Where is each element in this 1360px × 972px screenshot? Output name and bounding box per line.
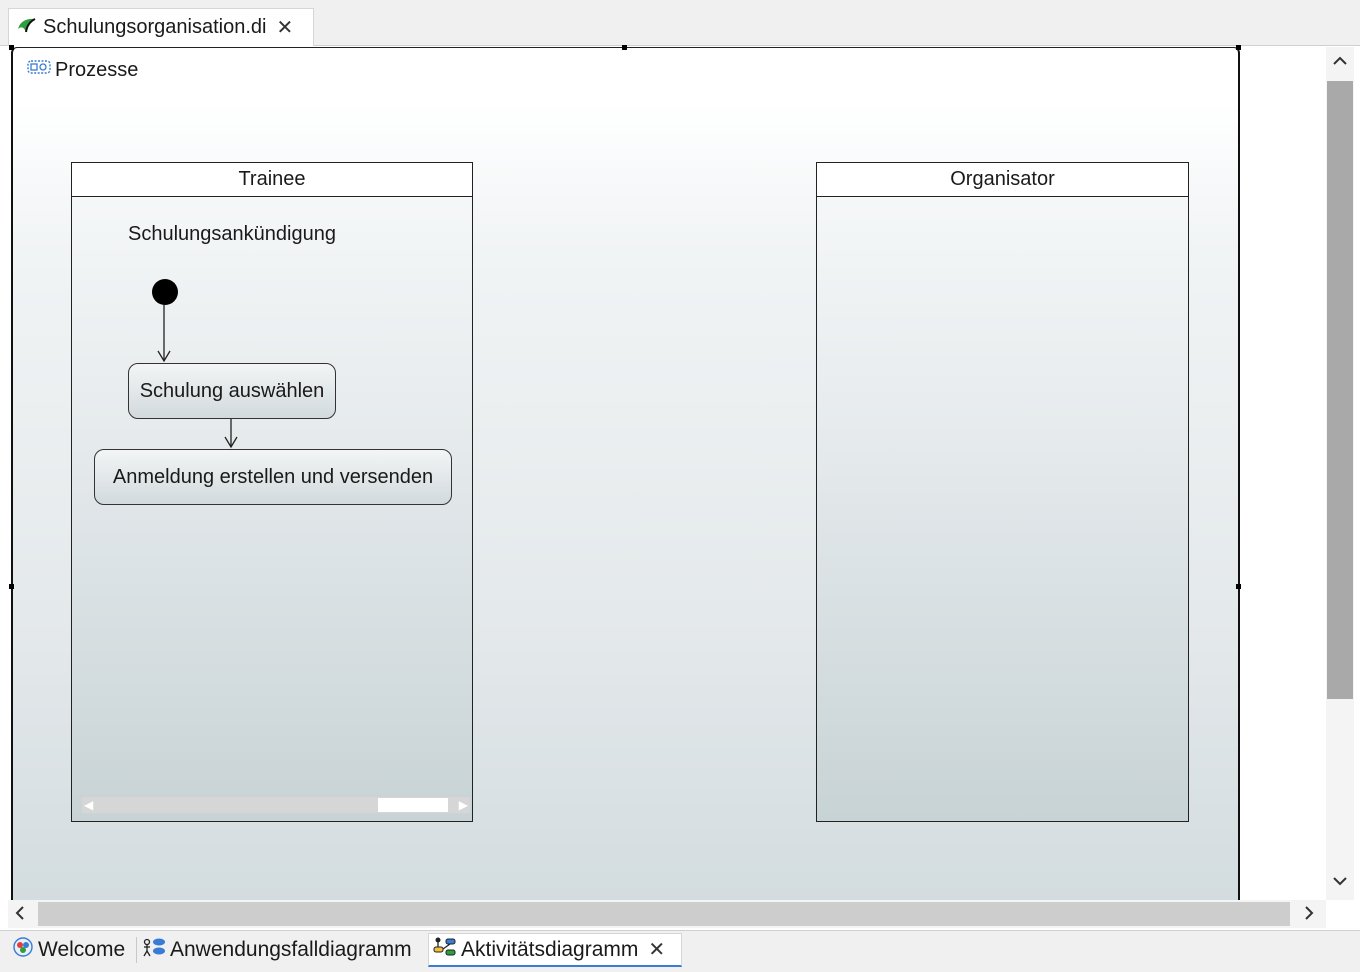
tab-separator xyxy=(136,937,137,963)
scroll-left-icon[interactable]: ◀ xyxy=(84,797,93,813)
vertical-scroll-thumb[interactable] xyxy=(1327,81,1353,699)
diagram-canvas[interactable]: Prozesse Trainee Schulungsankündigung Sc… xyxy=(11,47,1240,900)
vertical-scrollbar[interactable] xyxy=(1326,47,1354,900)
welcome-icon xyxy=(12,936,34,964)
selection-handle[interactable] xyxy=(622,45,627,50)
swimlane-header-organisator: Organisator xyxy=(817,163,1188,197)
scroll-left-icon[interactable] xyxy=(13,902,27,930)
partition-label: Schulungsankündigung xyxy=(128,223,336,245)
horizontal-scrollbar[interactable] xyxy=(8,900,1326,928)
initial-node[interactable] xyxy=(152,279,178,305)
tab-aktivitaetsdiagramm-label: Aktivitätsdiagramm xyxy=(461,937,639,961)
diagram-title: Prozesse xyxy=(27,58,138,82)
tab-anwendungsfalldiagramm-label: Anwendungsfalldiagramm xyxy=(170,938,412,961)
action-anmeldung-erstellen[interactable]: Anmeldung erstellen und versenden xyxy=(94,449,452,505)
tab-aktivitaetsdiagramm[interactable]: Aktivitätsdiagramm ✕ xyxy=(428,933,682,967)
scroll-up-icon[interactable] xyxy=(1331,51,1349,74)
horizontal-scroll-thumb[interactable] xyxy=(38,902,1290,926)
scroll-right-icon[interactable] xyxy=(1302,902,1316,930)
selection-handle[interactable] xyxy=(1236,584,1241,589)
diagram-title-label: Prozesse xyxy=(55,58,139,81)
editor-tab-schulungsorganisation[interactable]: Schulungsorganisation.di ✕ xyxy=(8,8,314,46)
close-icon[interactable]: ✕ xyxy=(277,18,294,38)
selection-handle[interactable] xyxy=(1236,45,1241,50)
scroll-down-icon[interactable] xyxy=(1331,871,1349,894)
close-icon[interactable]: ✕ xyxy=(648,940,665,960)
lane-scroll-thumb[interactable] xyxy=(378,798,448,812)
diagram-tab-strip: Welcome Anwendungsfalldiagramm Aktivität… xyxy=(0,930,1360,972)
swimlane-organisator[interactable]: Organisator xyxy=(816,162,1189,822)
selection-handle[interactable] xyxy=(9,584,14,589)
tab-welcome-label: Welcome xyxy=(38,938,126,961)
editor-tab-label: Schulungsorganisation.di xyxy=(43,16,267,38)
papyrus-leaf-icon xyxy=(15,15,39,41)
lane-horizontal-scrollbar[interactable]: ◀ ▶ xyxy=(82,797,470,813)
scroll-right-icon[interactable]: ▶ xyxy=(459,797,468,813)
action-schulung-auswaehlen[interactable]: Schulung auswählen xyxy=(128,363,336,419)
selection-handle[interactable] xyxy=(9,45,14,50)
tab-welcome[interactable]: Welcome xyxy=(8,933,136,967)
swimlane-header-trainee: Trainee xyxy=(72,163,472,197)
editor-tab-strip: Schulungsorganisation.di ✕ xyxy=(0,0,1360,46)
tab-anwendungsfalldiagramm[interactable]: Anwendungsfalldiagramm xyxy=(138,933,426,967)
use-case-diagram-icon xyxy=(142,936,166,964)
activity-container-icon xyxy=(27,58,51,82)
swimlane-trainee[interactable]: Trainee Schulungsankündigung Schulung au… xyxy=(71,162,473,822)
activity-diagram-icon xyxy=(433,936,457,964)
